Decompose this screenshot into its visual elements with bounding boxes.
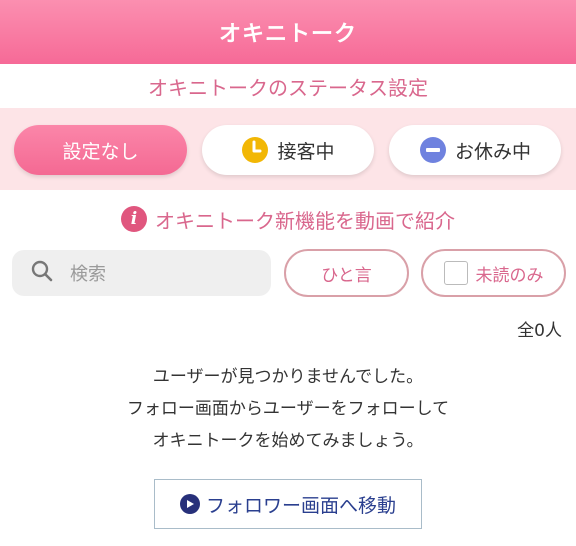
status-none-button[interactable]: 設定なし <box>14 125 187 175</box>
unread-checkbox[interactable] <box>443 261 468 285</box>
feature-video-link[interactable]: i オキニトーク新機能を動画で紹介 <box>0 198 576 240</box>
go-to-followers-button[interactable]: フォロワー画面へ移動 <box>154 479 422 529</box>
status-resting-label: お休み中 <box>454 140 531 163</box>
minus-circle-icon <box>419 136 447 164</box>
info-icon: i <box>121 206 147 232</box>
status-none-label: 設定なし <box>62 140 139 163</box>
search-input[interactable]: 検索 <box>12 250 271 296</box>
feature-video-text: オキニトーク新機能を動画で紹介 <box>155 208 455 233</box>
status-serving-label: 接客中 <box>277 140 335 163</box>
empty-message-line-3: オキニトークを始めてみましょう。 <box>152 431 424 451</box>
go-to-followers-label: フォロワー画面へ移動 <box>205 494 396 517</box>
status-section-title: オキニトークのステータス設定 <box>148 75 428 100</box>
header-title: オキニトーク <box>218 22 357 47</box>
hitokoto-filter-label: ひと言 <box>321 265 372 286</box>
hitokoto-filter-button[interactable]: ひと言 <box>284 249 409 297</box>
result-count: 全0人 <box>517 321 562 341</box>
search-placeholder: 検索 <box>70 264 106 285</box>
unread-only-label: 未読のみ <box>475 265 544 286</box>
clock-icon <box>241 136 269 164</box>
app-header: オキニトーク <box>0 0 576 64</box>
status-resting-button[interactable]: お休み中 <box>389 125 561 175</box>
search-icon <box>30 259 54 287</box>
unread-only-toggle[interactable]: 未読のみ <box>421 249 566 297</box>
play-circle-icon <box>179 494 200 514</box>
empty-message-line-2: フォロー画面からユーザーをフォローして <box>126 399 450 419</box>
status-serving-button[interactable]: 接客中 <box>202 125 374 175</box>
empty-message-line-1: ユーザーが見つかりませんでした。 <box>152 367 424 387</box>
